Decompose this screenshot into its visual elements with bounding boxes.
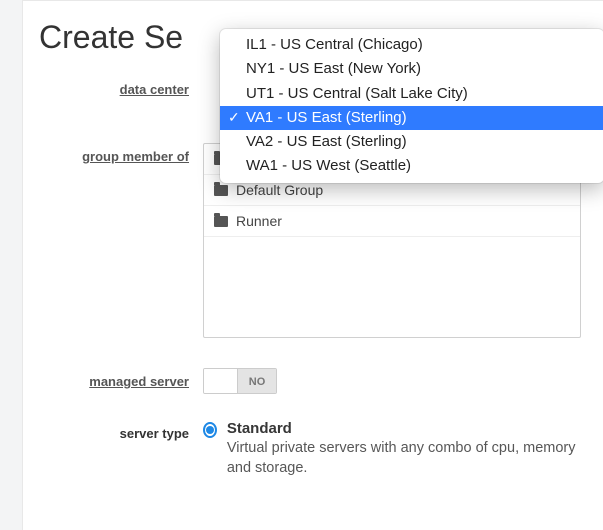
managed-server-label: managed server <box>23 368 203 389</box>
data-center-option[interactable]: UT1 - US Central (Salt Lake City) <box>220 82 603 106</box>
radio-dot <box>206 426 214 434</box>
folder-icon <box>214 185 228 196</box>
toggle-knob <box>204 369 238 393</box>
folder-icon <box>214 216 228 227</box>
group-item-name: Default Group <box>236 182 323 198</box>
managed-server-toggle[interactable]: NO <box>203 368 277 394</box>
data-center-option[interactable]: VA2 - US East (Sterling) <box>220 130 603 154</box>
data-center-option[interactable]: WA1 - US West (Seattle) <box>220 154 603 178</box>
data-center-label: data center <box>23 76 203 97</box>
group-item-name: Runner <box>236 213 282 229</box>
data-center-option-selected[interactable]: VA1 - US East (Sterling) <box>220 106 603 130</box>
server-type-option-label: Standard <box>227 420 581 437</box>
data-center-option[interactable]: NY1 - US East (New York) <box>220 57 603 81</box>
server-type-option-description: Virtual private servers with any combo o… <box>227 439 581 478</box>
server-type-standard-radio[interactable] <box>203 422 217 438</box>
list-item[interactable]: Runner <box>204 206 580 237</box>
toggle-state: NO <box>238 369 276 393</box>
data-center-option[interactable]: IL1 - US Central (Chicago) <box>220 33 603 57</box>
data-center-dropdown[interactable]: IL1 - US Central (Chicago) NY1 - US East… <box>220 29 603 183</box>
server-type-label: server type <box>23 420 203 441</box>
group-member-of-label: group member of <box>23 143 203 164</box>
